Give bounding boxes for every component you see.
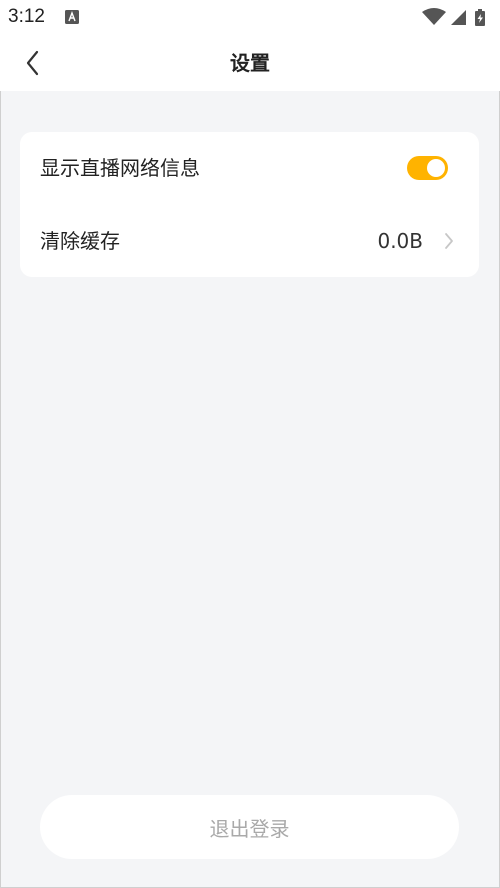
status-bar: 3:12 <box>0 0 500 34</box>
a-notification-icon <box>65 10 79 24</box>
setting-label-clear-cache: 清除缓存 <box>40 229 120 253</box>
setting-label-live-network-info: 显示直播网络信息 <box>40 156 200 180</box>
setting-row-clear-cache[interactable]: 清除缓存 0.0B <box>20 205 479 277</box>
wifi-icon <box>422 8 446 25</box>
chevron-right-icon <box>445 233 453 249</box>
logout-button[interactable]: 退出登录 <box>40 795 459 859</box>
status-time: 3:12 <box>8 6 45 27</box>
battery-icon <box>475 9 485 26</box>
live-network-info-toggle[interactable] <box>407 156 448 180</box>
toggle-knob <box>427 159 445 177</box>
top-navigation: 设置 <box>0 34 500 91</box>
cache-size-value: 0.0B <box>377 229 423 253</box>
settings-card: 显示直播网络信息 清除缓存 0.0B <box>20 132 479 277</box>
setting-row-live-network-info[interactable]: 显示直播网络信息 <box>20 132 479 204</box>
status-icons <box>422 8 485 26</box>
page-title: 设置 <box>230 51 270 75</box>
signal-icon <box>451 10 466 25</box>
